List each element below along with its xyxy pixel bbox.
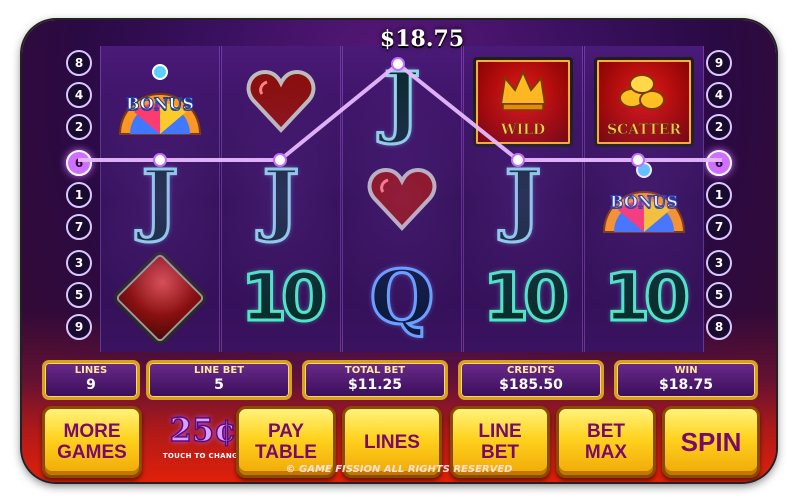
lines-display: LINES 9 — [42, 360, 140, 400]
credits-value: $185.50 — [499, 377, 563, 393]
coin-value-selector[interactable]: 25¢ TOUCH TO CHANGE — [162, 406, 244, 472]
line-bet-value: 5 — [214, 377, 224, 393]
coin-value: 25¢ — [169, 410, 237, 450]
slot-machine-frame: 8 4 2 6 1 7 3 5 9 9 4 2 6 1 7 3 5 8 BONU… — [22, 20, 776, 482]
coin-hint: TOUCH TO CHANGE — [162, 452, 244, 460]
credits-display: CREDITS $185.50 — [458, 360, 604, 400]
win-display: WIN $18.75 — [614, 360, 758, 400]
win-value: $18.75 — [658, 377, 714, 393]
line-bet-display: LINE BET 5 — [146, 360, 292, 400]
credits-label: CREDITS — [507, 365, 555, 376]
winning-payline — [78, 57, 722, 167]
win-amount-banner: $18.75 — [379, 26, 465, 52]
total-bet-value: $11.25 — [347, 377, 403, 393]
lines-label: LINES — [74, 365, 108, 376]
total-bet-display: TOTAL BET $11.25 — [302, 360, 448, 400]
win-label: WIN — [674, 365, 698, 376]
copyright-text: © GAME FISSION ALL RIGHTS RESERVED — [285, 464, 513, 475]
total-bet-label: TOTAL BET — [344, 365, 406, 376]
lines-value: 9 — [86, 377, 96, 393]
line-bet-label: LINE BET — [193, 365, 245, 376]
